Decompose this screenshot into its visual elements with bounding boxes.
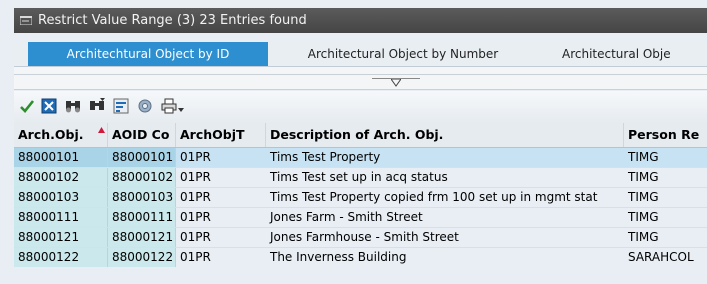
- print-icon: [161, 98, 177, 114]
- cell-person: TIMG: [624, 148, 707, 167]
- table-row[interactable]: 88000121 88000121 01PR Jones Farmhouse -…: [14, 228, 707, 248]
- settings-button[interactable]: [136, 97, 154, 115]
- cell-description: Tims Test Property copied frm 100 set up…: [270, 190, 598, 204]
- table-row[interactable]: 88000122 88000122 01PR The Inverness Bui…: [14, 248, 707, 267]
- sort-ascending-icon: [98, 127, 105, 133]
- tab-arch-object-by-number[interactable]: Architectural Object by Number: [268, 42, 539, 66]
- tab-arch-object-third[interactable]: Architectural Obje: [538, 42, 707, 66]
- tab-strip: Architechtural Object by ID Architectura…: [14, 42, 707, 67]
- cell-aoid: 88000121: [108, 228, 176, 247]
- column-header-aoid[interactable]: AOID Co: [108, 123, 176, 147]
- cell-person: TIMG: [628, 230, 659, 244]
- column-header-person-responsible[interactable]: Person Re: [624, 123, 707, 147]
- cell-aoid: 88000122: [108, 248, 176, 267]
- confirm-button[interactable]: [18, 97, 36, 115]
- column-header-arch-obj-type[interactable]: ArchObjT: [176, 123, 266, 147]
- check-icon: [20, 100, 35, 113]
- cancel-button[interactable]: [40, 97, 58, 115]
- find-icon: [66, 101, 80, 113]
- cell-arch-obj: 88000102: [14, 168, 108, 187]
- table-row[interactable]: 88000102 88000102 01PR Tims Test set up …: [14, 168, 707, 188]
- table-row[interactable]: 88000103 88000103 01PR Tims Test Propert…: [14, 188, 707, 208]
- dialog-title: Restrict Value Range (3) 23 Entries foun…: [38, 13, 307, 28]
- cell-description: Jones Farm - Smith Street: [270, 210, 423, 224]
- cell-description: The Inverness Building: [270, 250, 407, 264]
- cell-arch-obj: 88000103: [14, 188, 108, 207]
- cell-description: Jones Farmhouse - Smith Street: [270, 230, 459, 244]
- cell-person: TIMG: [628, 190, 659, 204]
- value-help-dialog: Restrict Value Range (3) 23 Entries foun…: [0, 0, 707, 284]
- strip-divider: [14, 74, 707, 75]
- title-bar: Restrict Value Range (3) 23 Entries foun…: [14, 8, 707, 33]
- cell-type: 01PR: [180, 250, 211, 264]
- cell-person: TIMG: [628, 170, 659, 184]
- expand-criteria-toggle[interactable]: [336, 76, 456, 88]
- sort-icon: [113, 98, 129, 114]
- cell-description: Tims Test set up in acq status: [270, 170, 448, 184]
- cell-type: 01PR: [180, 210, 211, 224]
- table-row[interactable]: 88000101 88000101 01PR Tims Test Propert…: [14, 148, 707, 168]
- tab-arch-object-by-id[interactable]: Architechtural Object by ID: [28, 42, 268, 66]
- cell-arch-obj: 88000122: [14, 248, 108, 267]
- column-header-description[interactable]: Description of Arch. Obj.: [266, 123, 624, 147]
- find-next-icon: [90, 98, 105, 110]
- find-next-button[interactable]: [88, 97, 106, 115]
- cell-aoid: 88000101: [108, 148, 176, 167]
- cancel-icon: [41, 98, 57, 114]
- cell-person: TIMG: [628, 210, 659, 224]
- table-header: Arch.Obj. AOID Co ArchObjT Description o…: [14, 123, 707, 148]
- settings-icon: [138, 99, 152, 113]
- cell-person: SARAHCOL: [628, 250, 694, 264]
- find-button[interactable]: [64, 97, 82, 115]
- cell-arch-obj: 88000111: [14, 208, 108, 227]
- cell-type: 01PR: [176, 148, 266, 167]
- cell-aoid: 88000103: [108, 188, 176, 207]
- table-row[interactable]: 88000111 88000111 01PR Jones Farm - Smit…: [14, 208, 707, 228]
- cell-type: 01PR: [180, 190, 211, 204]
- cell-type: 01PR: [180, 230, 211, 244]
- column-header-arch-obj[interactable]: Arch.Obj.: [14, 123, 108, 147]
- sort-button[interactable]: [112, 97, 130, 115]
- cell-arch-obj: 88000101: [14, 148, 108, 167]
- cell-description: Tims Test Property: [266, 148, 624, 167]
- expand-arrow-icon: [391, 79, 401, 87]
- window-icon: [20, 16, 32, 25]
- cell-arch-obj: 88000121: [14, 228, 108, 247]
- cell-aoid: 88000111: [108, 208, 176, 227]
- criteria-strip: [14, 67, 707, 90]
- column-header-label: Arch.Obj.: [18, 127, 84, 142]
- cell-aoid: 88000102: [108, 168, 176, 187]
- print-options-dropdown[interactable]: [176, 97, 186, 115]
- dropdown-arrow-icon: [178, 108, 184, 112]
- cell-type: 01PR: [180, 170, 211, 184]
- toolbar: [14, 91, 707, 124]
